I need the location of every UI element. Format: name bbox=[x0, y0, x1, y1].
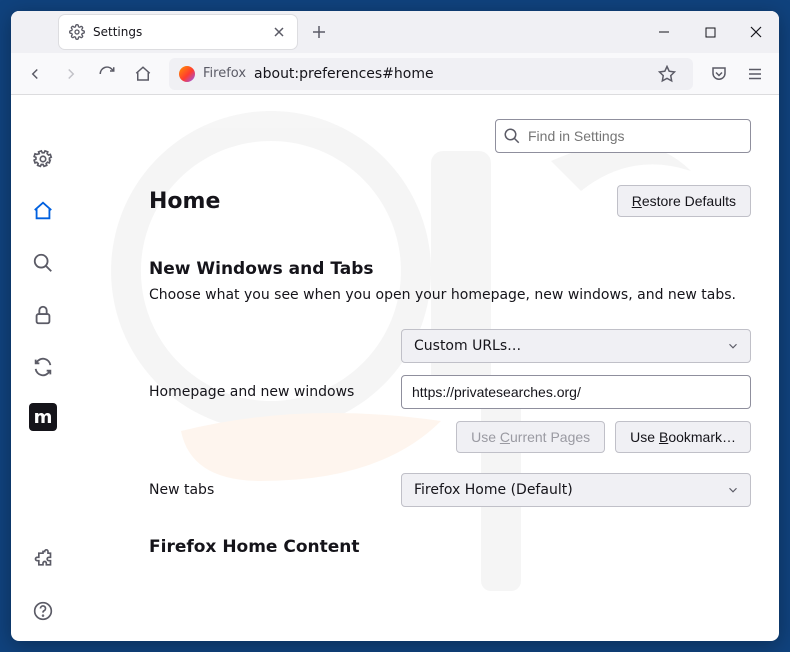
puzzle-icon bbox=[33, 549, 53, 569]
home-icon bbox=[32, 200, 54, 222]
nav-toolbar: Firefox about:preferences#home bbox=[11, 53, 779, 95]
chevron-down-icon bbox=[726, 483, 740, 497]
reload-button[interactable] bbox=[91, 58, 123, 90]
window-controls bbox=[641, 11, 779, 53]
arrow-right-icon bbox=[62, 65, 80, 83]
settings-sidebar: m bbox=[11, 95, 75, 641]
forward-button[interactable] bbox=[55, 58, 87, 90]
settings-main: Home RRestore Defaultsestore Defaults Ne… bbox=[75, 95, 779, 641]
bookmark-star-button[interactable] bbox=[651, 58, 683, 90]
search-icon bbox=[503, 127, 521, 145]
search-icon bbox=[32, 252, 54, 274]
active-tab[interactable]: Settings bbox=[59, 15, 297, 49]
arrow-left-icon bbox=[26, 65, 44, 83]
restore-defaults-button[interactable]: RRestore Defaultsestore Defaults bbox=[617, 185, 751, 217]
homepage-label: Homepage and new windows bbox=[149, 384, 385, 400]
minimize-icon bbox=[658, 26, 670, 38]
section-description: Choose what you see when you open your h… bbox=[149, 287, 751, 303]
back-button[interactable] bbox=[19, 58, 51, 90]
select-value: Custom URLs… bbox=[414, 338, 521, 354]
home-icon bbox=[134, 65, 152, 83]
home-content-heading: Firefox Home Content bbox=[149, 537, 751, 557]
minimize-button[interactable] bbox=[641, 11, 687, 53]
chevron-down-icon bbox=[726, 339, 740, 353]
new-tab-button[interactable] bbox=[305, 18, 333, 46]
app-menu-button[interactable] bbox=[739, 58, 771, 90]
close-icon bbox=[273, 26, 285, 38]
select-value: Firefox Home (Default) bbox=[414, 482, 573, 498]
url-bar[interactable]: Firefox about:preferences#home bbox=[169, 58, 693, 90]
maximize-icon bbox=[705, 27, 716, 38]
reload-icon bbox=[98, 65, 116, 83]
sync-icon bbox=[32, 356, 54, 378]
homepage-url-input[interactable] bbox=[401, 375, 751, 409]
question-icon bbox=[33, 601, 53, 621]
homepage-mode-select[interactable]: Custom URLs… bbox=[401, 329, 751, 363]
url-text: about:preferences#home bbox=[254, 66, 434, 82]
newtabs-label: New tabs bbox=[149, 482, 385, 498]
section-heading: New Windows and Tabs bbox=[149, 259, 751, 279]
firefox-icon bbox=[179, 66, 195, 82]
sidebar-item-home[interactable] bbox=[27, 195, 59, 227]
tab-title: Settings bbox=[93, 25, 263, 39]
use-bookmark-button[interactable]: Use Bookmark…Use Bookmark… bbox=[615, 421, 751, 453]
sidebar-item-help[interactable] bbox=[27, 595, 59, 627]
close-window-button[interactable] bbox=[733, 11, 779, 53]
sidebar-item-general[interactable] bbox=[27, 143, 59, 175]
newtabs-select[interactable]: Firefox Home (Default) bbox=[401, 473, 751, 507]
gear-icon bbox=[32, 148, 54, 170]
home-button[interactable] bbox=[127, 58, 159, 90]
maximize-button[interactable] bbox=[687, 11, 733, 53]
save-to-pocket-button[interactable] bbox=[703, 58, 735, 90]
star-icon bbox=[658, 65, 676, 83]
lock-icon bbox=[32, 304, 54, 326]
hamburger-icon bbox=[746, 65, 764, 83]
sidebar-item-search[interactable] bbox=[27, 247, 59, 279]
close-icon bbox=[750, 26, 762, 38]
use-current-pages-button[interactable]: Use Current PagesUse Current Pages bbox=[456, 421, 605, 453]
find-in-settings-input[interactable] bbox=[495, 119, 751, 153]
sidebar-item-sync[interactable] bbox=[27, 351, 59, 383]
sidebar-item-privacy[interactable] bbox=[27, 299, 59, 331]
sidebar-item-extensions[interactable] bbox=[27, 543, 59, 575]
identity-label: Firefox bbox=[203, 66, 246, 81]
gear-icon bbox=[69, 24, 85, 40]
close-tab-button[interactable] bbox=[271, 24, 287, 40]
titlebar: Settings bbox=[11, 11, 779, 53]
sidebar-item-more-mozilla[interactable]: m bbox=[29, 403, 57, 431]
page-title: Home bbox=[149, 189, 220, 214]
plus-icon bbox=[312, 25, 326, 39]
pocket-icon bbox=[710, 65, 728, 83]
